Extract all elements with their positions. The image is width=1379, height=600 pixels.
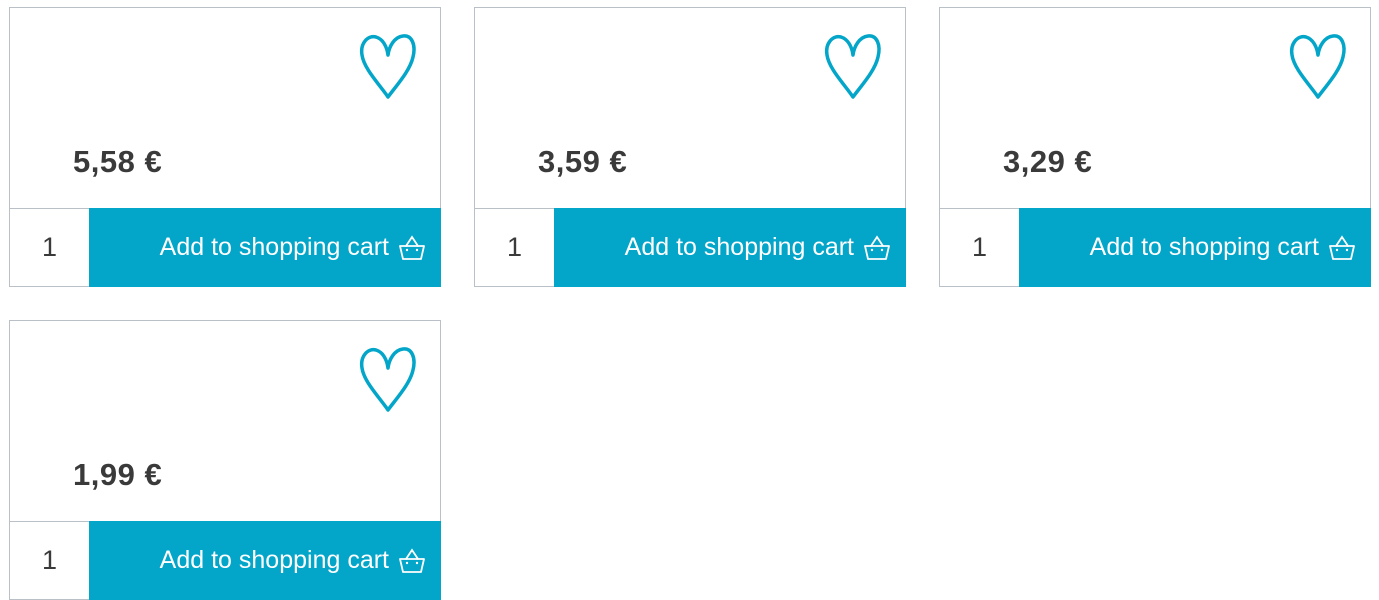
- product-price: 3,59 €: [538, 144, 628, 179]
- basket-icon: [864, 234, 890, 260]
- quantity-field[interactable]: 1: [9, 521, 89, 600]
- heart-icon[interactable]: [358, 344, 418, 414]
- add-to-cart-label: Add to shopping cart: [159, 233, 389, 261]
- product-card: 3,59 € 1 Add to shopping cart: [474, 7, 906, 287]
- add-to-cart-label: Add to shopping cart: [159, 546, 389, 574]
- cart-row: 1 Add to shopping cart: [9, 208, 441, 287]
- product-price: 5,58 €: [73, 144, 163, 179]
- quantity-field[interactable]: 1: [474, 208, 554, 287]
- add-to-cart-button[interactable]: Add to shopping cart: [1019, 208, 1371, 287]
- quantity-field[interactable]: 1: [9, 208, 89, 287]
- heart-icon[interactable]: [358, 31, 418, 101]
- basket-icon: [399, 547, 425, 573]
- add-to-cart-label: Add to shopping cart: [624, 233, 854, 261]
- add-to-cart-button[interactable]: Add to shopping cart: [554, 208, 906, 287]
- basket-icon: [399, 234, 425, 260]
- heart-icon[interactable]: [1288, 31, 1348, 101]
- product-price: 1,99 €: [73, 457, 163, 492]
- add-to-cart-label: Add to shopping cart: [1089, 233, 1319, 261]
- cart-row: 1 Add to shopping cart: [474, 208, 906, 287]
- cart-row: 1 Add to shopping cart: [939, 208, 1371, 287]
- quantity-field[interactable]: 1: [939, 208, 1019, 287]
- add-to-cart-button[interactable]: Add to shopping cart: [89, 208, 441, 287]
- product-card: 5,58 € 1 Add to shopping cart: [9, 7, 441, 287]
- heart-icon[interactable]: [823, 31, 883, 101]
- add-to-cart-button[interactable]: Add to shopping cart: [89, 521, 441, 600]
- cart-row: 1 Add to shopping cart: [9, 521, 441, 600]
- basket-icon: [1329, 234, 1355, 260]
- product-price: 3,29 €: [1003, 144, 1093, 179]
- product-card: 3,29 € 1 Add to shopping cart: [939, 7, 1371, 287]
- product-card: 1,99 € 1 Add to shopping cart: [9, 320, 441, 600]
